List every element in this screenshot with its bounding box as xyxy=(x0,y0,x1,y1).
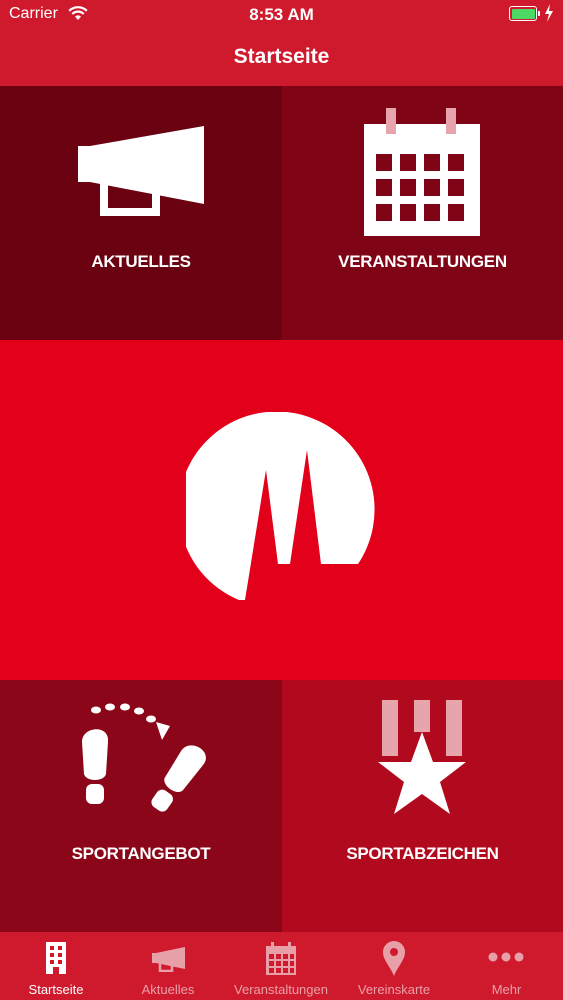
tab-veranstaltungen[interactable]: Veranstaltungen xyxy=(224,932,338,1000)
megaphone-icon xyxy=(152,947,185,972)
tile-aktuelles-label: AKTUELLES xyxy=(91,252,191,271)
map-pin-icon xyxy=(383,941,405,976)
tile-veranstaltungen[interactable]: VERANSTALTUNGEN xyxy=(282,86,563,340)
tab-vereinskarte[interactable]: Vereinskarte xyxy=(338,932,450,1000)
tab-vereinskarte-label: Vereinskarte xyxy=(357,982,431,997)
medal-star-icon xyxy=(378,700,466,814)
status-time: 8:53 AM xyxy=(249,5,314,24)
tile-sportangebot[interactable]: SPORTANGEBOT xyxy=(0,680,282,932)
tab-startseite[interactable]: Startseite xyxy=(0,932,112,1000)
tab-mehr-label: Mehr xyxy=(491,982,522,997)
footsteps-icon xyxy=(82,703,206,812)
tab-aktuelles[interactable]: Aktuelles xyxy=(112,932,224,1000)
tile-aktuelles[interactable]: AKTUELLES xyxy=(0,86,282,340)
tile-sportangebot-label: SPORTANGEBOT xyxy=(71,844,211,863)
building-icon xyxy=(46,942,66,974)
charging-bolt-icon xyxy=(545,4,553,22)
tile-sportabzeichen-label: SPORTABZEICHEN xyxy=(346,844,499,863)
page-title: Startseite xyxy=(233,45,330,68)
club-logo-tile xyxy=(0,340,563,680)
megaphone-icon xyxy=(78,126,204,216)
calendar-icon xyxy=(266,942,296,975)
tile-veranstaltungen-label: VERANSTALTUNGEN xyxy=(338,252,507,271)
battery-icon xyxy=(509,6,537,21)
tab-mehr[interactable]: Mehr xyxy=(450,932,563,1000)
club-logo-icon xyxy=(186,412,375,600)
navigation-bar: Startseite xyxy=(0,30,563,86)
tab-veranstaltungen-label: Veranstaltungen xyxy=(234,982,328,997)
more-dots-icon xyxy=(488,952,524,962)
tile-sportabzeichen[interactable]: SPORTABZEICHEN xyxy=(282,680,563,932)
battery-tip xyxy=(538,11,540,16)
tab-startseite-label: Startseite xyxy=(28,982,84,997)
calendar-icon xyxy=(364,108,480,236)
tab-bar: Startseite Aktuelles Veranstaltungen Ver… xyxy=(0,932,563,1000)
status-bar: Carrier 8:53 AM xyxy=(0,0,563,30)
tab-aktuelles-label: Aktuelles xyxy=(141,982,195,997)
